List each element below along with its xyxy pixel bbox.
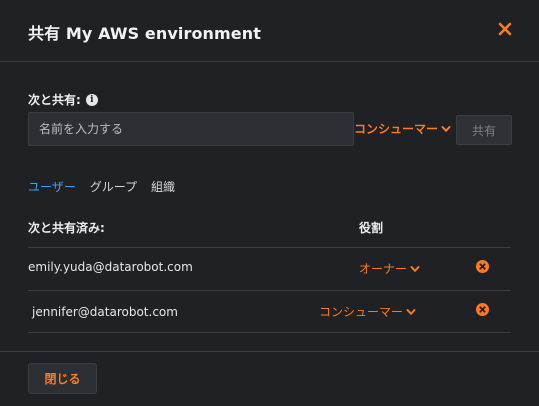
share-with-text: 次と共有: [28,93,81,107]
remove-user-icon[interactable] [476,260,489,273]
header-divider [0,61,539,62]
share-tabs: ユーザー グループ 組織 [28,178,175,195]
chevron-down-icon [441,125,451,132]
table-divider [28,247,511,248]
chevron-down-icon [406,308,416,315]
close-button[interactable]: 閉じる [28,363,97,394]
user-role-dropdown[interactable]: コンシューマー [319,303,416,320]
chevron-down-icon [410,265,420,272]
table-divider [28,332,511,333]
user-role-dropdown[interactable]: オーナー [359,260,420,277]
share-with-label: 次と共有: i [28,91,98,108]
role-header: 役割 [359,221,384,235]
tab-organizations[interactable]: 組織 [151,178,175,195]
table-divider [28,290,511,291]
name-input[interactable] [28,112,354,146]
dialog-title: 共有 My AWS environment [28,24,261,43]
info-icon[interactable]: i [85,93,98,106]
share-button[interactable]: 共有 [456,115,512,145]
share-dialog: 共有 My AWS environment 次と共有: i コンシューマー 共有… [0,0,539,406]
user-email: emily.yuda@datarobot.com [28,260,193,274]
tab-groups[interactable]: グループ [90,178,137,195]
user-email: jennifer@datarobot.com [32,305,178,319]
close-icon[interactable] [498,22,512,36]
share-role-value: コンシューマー [354,122,439,136]
shared-with-header: 次と共有済み: [28,221,105,235]
share-role-dropdown[interactable]: コンシューマー [354,120,451,137]
user-role-value: コンシューマー [319,305,404,319]
remove-user-icon[interactable] [476,303,489,316]
user-role-value: オーナー [359,262,408,276]
tab-users[interactable]: ユーザー [28,178,76,195]
footer-divider [0,351,539,352]
